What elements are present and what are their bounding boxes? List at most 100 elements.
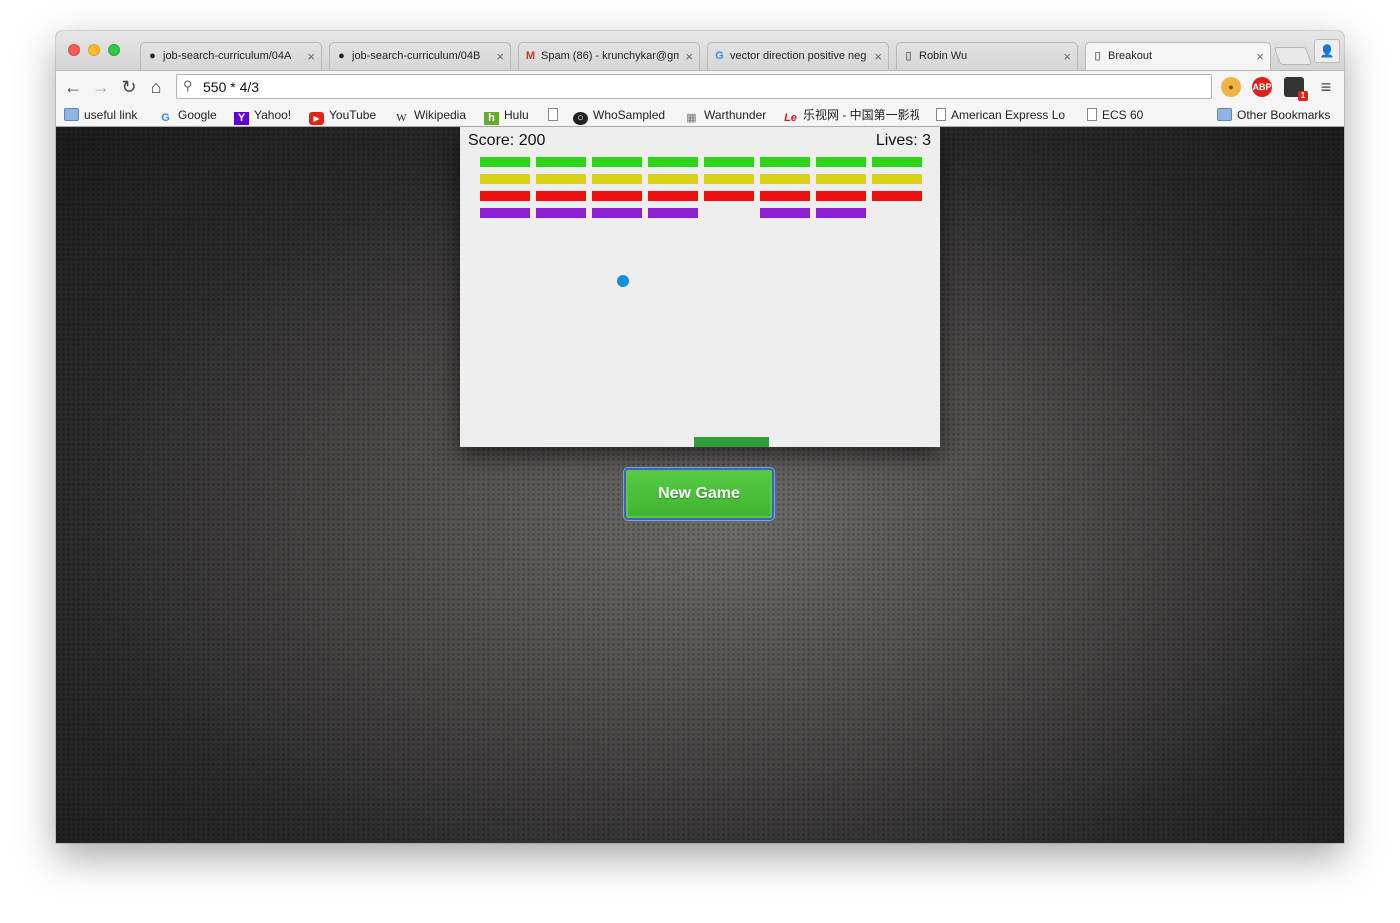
tab-close-icon[interactable]: × <box>496 43 504 70</box>
tab-vector-direction[interactable]: G vector direction positive neg × <box>707 42 889 70</box>
brick <box>816 174 866 184</box>
other-bookmarks[interactable]: Other Bookmarks <box>1217 106 1330 124</box>
forward-arrow-icon[interactable]: → <box>90 76 112 98</box>
profile-icon[interactable]: 👤 <box>1314 39 1340 63</box>
brick <box>480 191 530 201</box>
tab-label: job-search-curriculum/04B <box>352 50 481 62</box>
bookmark-label: Warthunder <box>704 108 767 122</box>
home-icon[interactable]: ⌂ <box>145 76 167 98</box>
new-game-button[interactable]: New Game <box>623 467 775 521</box>
tab-close-icon[interactable]: × <box>874 43 882 70</box>
tab-close-icon[interactable]: × <box>307 43 315 70</box>
brick <box>648 174 698 184</box>
brick <box>536 208 586 218</box>
address-input[interactable] <box>203 77 1193 96</box>
breakout-canvas[interactable]: Score: 200 Lives: 3 <box>460 127 940 447</box>
tab-label: Spam (86) - krunchykar@gm <box>541 50 679 62</box>
tab-strip: ● job-search-curriculum/04A × ● job-sear… <box>56 31 1344 70</box>
tab-label: job-search-curriculum/04A <box>163 50 292 62</box>
bookmark-blank-page[interactable] <box>548 106 563 124</box>
brick <box>536 191 586 201</box>
ball <box>617 275 629 287</box>
brick <box>760 174 810 184</box>
gmail-icon: M <box>525 50 536 62</box>
brick <box>480 157 530 167</box>
brick <box>592 208 642 218</box>
page-icon <box>936 108 946 121</box>
bookmark-label: 乐视网 - 中国第一影视 <box>803 108 919 122</box>
bookmark-letv[interactable]: Le 乐视网 - 中国第一影视 <box>783 106 919 124</box>
tab-gmail-spam[interactable]: M Spam (86) - krunchykar@gm × <box>518 42 700 70</box>
reload-icon[interactable]: ↻ <box>118 76 140 98</box>
tab-label: Breakout <box>1108 50 1153 62</box>
cookie-icon[interactable]: ● <box>1221 77 1241 97</box>
brick <box>592 157 642 167</box>
bookmark-label: useful link <box>84 108 138 122</box>
tab-job-search-04a[interactable]: ● job-search-curriculum/04A × <box>140 42 322 70</box>
tab-close-icon[interactable]: × <box>685 43 693 70</box>
bookmark-label: YouTube <box>329 108 377 122</box>
back-arrow-icon[interactable]: ← <box>62 76 84 98</box>
tab-breakout[interactable]: ▯ Breakout × <box>1085 42 1271 70</box>
minimize-window-button[interactable] <box>88 44 100 56</box>
lives-label: Lives: 3 <box>875 132 931 149</box>
bookmark-hulu[interactable]: h Hulu <box>484 106 529 125</box>
github-icon: ● <box>149 50 156 62</box>
zoom-window-button[interactable] <box>108 44 120 56</box>
folder-icon <box>64 108 79 121</box>
address-bar[interactable]: ⚲ <box>176 74 1212 99</box>
new-tab-button[interactable] <box>1273 47 1313 65</box>
paddle[interactable] <box>694 437 769 447</box>
tab-close-icon[interactable]: × <box>1256 43 1264 70</box>
bookmark-label: WhoSampled <box>593 108 666 122</box>
bookmark-youtube[interactable]: ▶ YouTube <box>309 106 377 125</box>
google-icon: G <box>715 50 724 62</box>
bookmark-useful-link[interactable]: useful link <box>64 106 137 124</box>
extension-badge: 1 <box>1298 91 1308 101</box>
brick <box>648 191 698 201</box>
page-icon <box>548 108 558 121</box>
page-content: Score: 200 Lives: 3 New Game <box>56 127 1344 843</box>
tab-job-search-04b[interactable]: ● job-search-curriculum/04B × <box>329 42 511 70</box>
brick <box>760 191 810 201</box>
tab-close-icon[interactable]: × <box>1063 43 1071 70</box>
tab-robin-wu[interactable]: ▯ Robin Wu × <box>896 42 1078 70</box>
brick <box>872 174 922 184</box>
score-label: Score: 200 <box>468 132 546 149</box>
bookmark-ecs-60[interactable]: ECS 60 <box>1087 106 1143 124</box>
brick <box>872 157 922 167</box>
browser-window: ● job-search-curriculum/04A × ● job-sear… <box>56 31 1344 843</box>
bookmark-google[interactable]: G Google <box>158 106 216 124</box>
whosampled-icon: ○ <box>573 112 588 125</box>
brick <box>480 208 530 218</box>
bookmark-label: ECS 60 <box>1102 108 1144 122</box>
brick <box>648 208 698 218</box>
bookmark-yahoo[interactable]: Y Yahoo! <box>234 106 292 125</box>
google-icon: G <box>161 112 170 124</box>
other-bookmarks-label: Other Bookmarks <box>1237 108 1331 122</box>
bookmark-wikipedia[interactable]: W Wikipedia <box>394 106 466 124</box>
adblock-plus-icon[interactable]: ABP <box>1252 77 1272 97</box>
brick <box>872 191 922 201</box>
brick <box>816 157 866 167</box>
page-icon: ▯ <box>1094 50 1101 62</box>
bookmark-label: Yahoo! <box>254 108 292 122</box>
bookmark-warthunder[interactable]: ▦ Warthunder <box>684 106 766 124</box>
search-icon: ⚲ <box>183 78 193 93</box>
bookmark-american-express[interactable]: American Express Lo <box>936 106 1071 124</box>
github-icon: ● <box>338 50 345 62</box>
yahoo-icon: Y <box>234 112 249 125</box>
bookmark-label: Hulu <box>504 108 529 122</box>
letv-icon: Le <box>784 112 797 124</box>
bookmark-whosampled[interactable]: ○ WhoSampled <box>573 106 666 125</box>
extension-icon[interactable]: 1 <box>1284 77 1308 101</box>
close-window-button[interactable] <box>68 44 80 56</box>
brick <box>536 174 586 184</box>
brick <box>592 191 642 201</box>
wikipedia-icon: W <box>396 112 407 124</box>
bookmark-label: American Express Lo <box>951 108 1066 122</box>
brick <box>760 157 810 167</box>
chrome-menu-icon[interactable]: ≡ <box>1315 76 1337 98</box>
youtube-icon: ▶ <box>309 112 324 125</box>
toolbar: ← → ↻ ⌂ ⚲ ● ABP 1 ≡ <box>56 70 1344 103</box>
